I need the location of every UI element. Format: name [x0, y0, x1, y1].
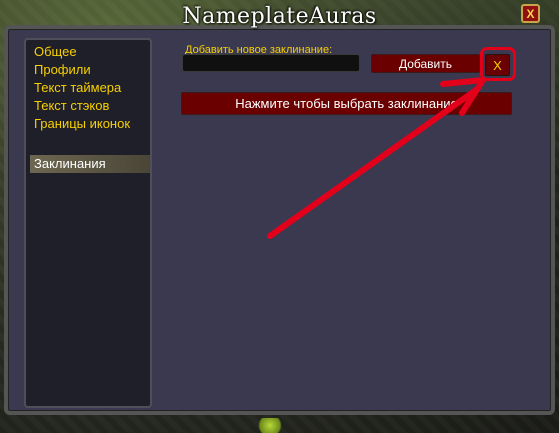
annotation-arrow-shaft — [267, 87, 479, 239]
annotation-arrow — [267, 77, 486, 239]
